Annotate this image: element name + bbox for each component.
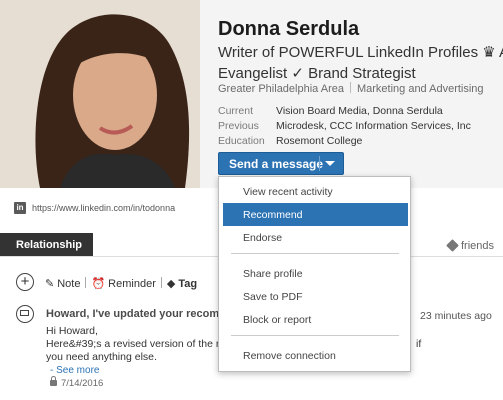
previous-value[interactable]: Microdesk, CCC Information Services, Inc [276,120,471,132]
lock-icon [50,376,57,386]
menu-item-share-profile[interactable]: Share profile [223,262,408,285]
profile-name: Donna Serdula [218,18,360,40]
action-divider [160,277,162,288]
menu-item-remove-connection[interactable]: Remove connection [223,344,408,367]
current-row: Current Vision Board Media, Donna Serdula [218,105,443,117]
add-icon[interactable]: + [16,273,34,291]
tag-icon: ◆ [166,278,176,290]
meta-divider [349,82,351,93]
menu-item-label: View recent activity [243,186,333,198]
message-options-dropdown: View recent activity Recommend Endorse S… [218,176,411,372]
profile-industry[interactable]: Marketing and Advertising [357,83,484,95]
message-time: 23 minutes ago [420,310,492,322]
note-button[interactable]: ✎ Note [45,277,80,290]
menu-divider [231,335,399,336]
tag-label: Tag [178,278,198,290]
tag-button[interactable]: ◆ Tag [167,277,197,290]
education-label: Education [218,135,265,147]
message-line-2-end: if [416,338,422,350]
message-date-text: 7/14/2016 [61,378,104,389]
profile-headline: Writer of POWERFUL LinkedIn Profiles ♛ A… [218,42,503,84]
menu-item-label: Share profile [243,268,303,280]
friends-tag-link[interactable]: friends [446,239,495,252]
profile-url-link[interactable]: https://www.linkedin.com/in/todonna [32,203,175,213]
current-label: Current [218,105,254,117]
mail-icon [16,305,34,323]
headline-line-2: Evangelist ✓ Brand Strategist [218,65,416,82]
see-more-link[interactable]: - See more [50,365,99,376]
message-line-2: Here&#39;s a revised version of the rec [46,338,231,350]
message-subject[interactable]: Howard, I've updated your recomm [46,308,229,320]
relationship-actions: ✎ Note ⏰ Reminder ◆ Tag [45,277,197,290]
note-icon: ✎ [45,278,55,290]
menu-divider [231,253,399,254]
headline-line-1: Writer of POWERFUL LinkedIn Profiles ♛ A… [218,44,503,61]
chevron-down-icon[interactable] [325,161,335,166]
tag-icon [446,239,459,252]
send-message-label: Send a message [229,157,324,171]
education-value[interactable]: Rosemont College [276,135,362,147]
location-industry-row: Greater Philadelphia Area Marketing and A… [218,82,484,95]
profile-photo[interactable] [0,0,200,188]
reminder-label: Reminder [108,278,156,290]
button-divider [319,156,320,171]
relationship-tab-label: Relationship [16,239,83,251]
menu-item-save-to-pdf[interactable]: Save to PDF [223,285,408,308]
linkedin-icon: in [14,202,26,214]
menu-item-block-or-report[interactable]: Block or report [223,308,408,331]
menu-item-view-recent-activity[interactable]: View recent activity [223,180,408,203]
profile-location[interactable]: Greater Philadelphia Area [218,83,344,95]
previous-row: Previous Microdesk, CCC Information Servi… [218,120,471,132]
current-value[interactable]: Vision Board Media, Donna Serdula [276,105,443,117]
menu-item-endorse[interactable]: Endorse [223,226,408,249]
tab-relationship[interactable]: Relationship [0,233,93,257]
menu-item-label: Remove connection [243,350,336,362]
menu-item-label: Endorse [243,232,283,244]
message-date: 7/14/2016 [50,376,104,389]
education-row: Education Rosemont College [218,135,362,147]
action-divider [85,277,87,288]
menu-item-recommend[interactable]: Recommend [223,203,408,226]
menu-item-label: Save to PDF [243,291,303,303]
message-line-1: Hi Howard, [46,325,98,337]
previous-label: Previous [218,120,259,132]
menu-item-label: Recommend [243,209,303,221]
alarm-clock-icon: ⏰ [91,278,106,290]
menu-item-label: Block or report [243,314,312,326]
reminder-button[interactable]: ⏰ Reminder [91,277,155,290]
send-message-button[interactable]: Send a message [218,152,344,175]
note-label: Note [57,278,81,290]
friends-tag-label: friends [461,240,495,252]
message-line-3: you need anything else. [46,351,157,363]
